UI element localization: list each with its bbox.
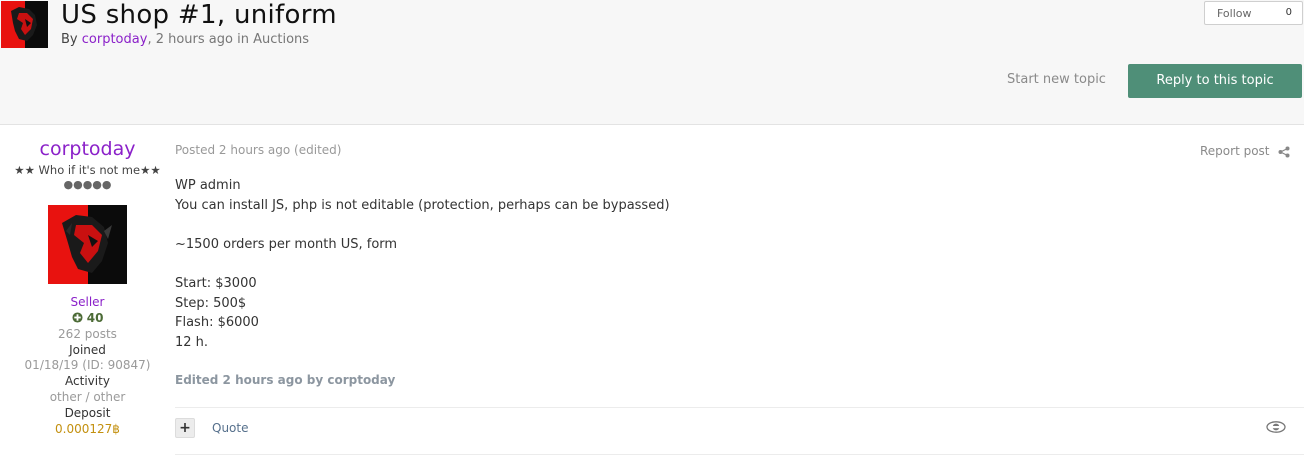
plus-circle-icon (72, 312, 83, 323)
author-name-link[interactable]: corptoday (0, 138, 175, 160)
topic-author-avatar[interactable] (1, 1, 48, 48)
post-line: Start: $3000 (175, 275, 257, 291)
reputation-value: 40 (86, 311, 104, 325)
follow-count: 0 (1285, 7, 1292, 18)
activity-label: Activity (65, 374, 110, 388)
topic-meta: By corptoday, 2 hours ago in Auctions (61, 32, 309, 47)
topic-author-link[interactable]: corptoday (82, 32, 148, 47)
post-line: Step: 500$ (175, 295, 247, 311)
start-new-topic-link[interactable]: Start new topic (1007, 72, 1106, 87)
topic-time: , 2 hours ago in (147, 32, 249, 47)
report-post-link[interactable]: Report post (1200, 144, 1270, 158)
author-group: Seller (70, 295, 105, 309)
reaction-icon[interactable] (1266, 421, 1286, 433)
multiquote-button[interactable]: + (175, 418, 195, 438)
by-label: By (61, 32, 78, 47)
follow-label: Follow (1217, 7, 1252, 20)
quote-link[interactable]: Quote (212, 421, 248, 435)
forum-link[interactable]: Auctions (253, 32, 309, 47)
reply-to-topic-button[interactable]: Reply to this topic (1128, 64, 1302, 98)
post-line: Flash: $6000 (175, 315, 259, 331)
activity-value: other / other (49, 390, 126, 404)
author-avatar[interactable] (48, 205, 127, 284)
share-icon[interactable] (1278, 146, 1290, 158)
post-line: You can install JS, php is not editable … (175, 197, 670, 213)
author-reputation: 40 (0, 311, 175, 325)
post-divider (175, 407, 1304, 408)
post-line (175, 254, 670, 274)
post-line: ~1500 orders per month US, form (175, 236, 398, 252)
post-line (175, 215, 670, 235)
post-bottom-divider (175, 454, 1304, 455)
deposit-label: Deposit (64, 406, 111, 420)
deposit-value: 0.000127฿ (55, 422, 120, 436)
post-line: 12 h. (175, 334, 209, 350)
author-rank-pips: ●●●●● (63, 178, 112, 191)
joined-value: 01/18/19 (ID: 90847) (24, 358, 151, 372)
joined-label: Joined (69, 343, 106, 357)
post-line: WP admin (175, 178, 241, 193)
page-title: US shop #1, uniform (61, 0, 337, 30)
follow-button[interactable]: Follow 0 (1204, 1, 1303, 25)
author-rank-title: ★★ Who if it's not me★★ (14, 163, 161, 177)
author-post-count: 262 posts (58, 327, 117, 341)
post-content: WP admin You can install JS, php is not … (175, 176, 670, 352)
topic-header: US shop #1, uniform By corptoday, 2 hour… (0, 0, 1304, 125)
edited-note: Edited 2 hours ago by corptoday (175, 373, 396, 387)
post-date[interactable]: Posted 2 hours ago (edited) (175, 143, 341, 157)
